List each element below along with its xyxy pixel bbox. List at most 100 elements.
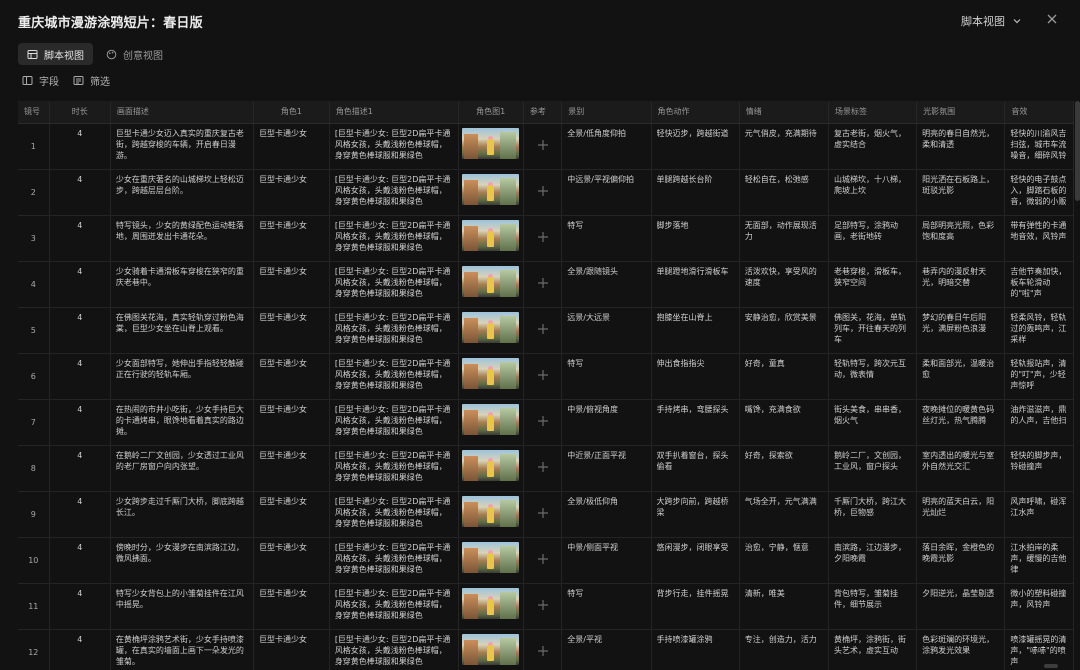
col-header-description[interactable]: 画面描述 [110,101,255,124]
cell-reference[interactable] [523,353,563,400]
cell-shot-size[interactable]: 中远景/平视偏仰拍 [561,169,652,216]
table-row[interactable]: 5 4 在佛图关花海，真实轻轨穿过粉色海棠，巨型少女坐在山脊上观看。 巨型卡通少女 [巨… [18,307,1074,354]
cell-role-image1[interactable] [458,307,524,354]
col-header-emotion[interactable]: 情绪 [739,101,829,124]
table-row[interactable]: 10 4 傍晚时分，少女漫步在南滨路江边，微风拂面。 巨型卡通少女 [巨型卡通少女: 巨… [18,537,1074,584]
col-header-lighting[interactable]: 光影氛围 [916,101,1006,124]
cell-role-desc1[interactable]: [巨型卡通少女: 巨型2D扁平卡通风格女孩，头戴浅粉色棒球帽，身穿黄色棒球服和果… [329,537,459,584]
cell-lighting[interactable]: 局部明亮光照，色彩饱和度高 [916,215,1006,262]
cell-reference[interactable] [523,583,563,630]
cell-role-desc1[interactable]: [巨型卡通少女: 巨型2D扁平卡通风格女孩，头戴浅粉色棒球帽，身穿黄色棒球服和果… [329,399,459,446]
role-image-thumbnail[interactable] [461,219,519,251]
cell-description[interactable]: 在黄桷坪涂鸦艺术街，少女手持喷漆罐，在真实的墙面上画下一朵发光的雏菊。 [110,629,255,670]
cell-role-desc1[interactable]: [巨型卡通少女: 巨型2D扁平卡通风格女孩，头戴浅粉色棒球帽，身穿黄色棒球服和果… [329,215,459,262]
cell-role-desc1[interactable]: [巨型卡通少女: 巨型2D扁平卡通风格女孩，头戴浅粉色棒球帽，身穿黄色棒球服和果… [329,307,459,354]
cell-role1[interactable]: 巨型卡通少女 [253,353,330,400]
cell-lighting[interactable]: 夜晚摊位的暖黄色码丝灯光，热气腾腾 [916,399,1006,446]
cell-lighting[interactable]: 室内透出的暖光与室外自然光交汇 [916,445,1006,492]
cell-reference[interactable] [523,261,563,308]
cell-action[interactable]: 手持烤串，弯腰探头 [651,399,740,446]
cell-emotion[interactable]: 清新，唯美 [739,583,829,630]
cell-description[interactable]: 少女骑着卡通滑板车穿梭在狭窄的重庆老巷中。 [110,261,255,308]
cell-sound[interactable]: 吉他节奏加快，板车轮滑动的"啦"声 [1004,261,1074,308]
cell-description[interactable]: 在热闹的市井小吃街，少女手持巨大的卡通烤串，眼馋地看着真实的路边摊。 [110,399,255,446]
cell-action[interactable]: 背步行走，挂件摇晃 [651,583,740,630]
cell-shot-no[interactable]: 9 [18,491,50,538]
cell-shot-size[interactable]: 特写 [561,215,652,262]
cell-lighting[interactable]: 落日余晖，金橙色的晚霞光影 [916,537,1006,584]
cell-shot-no[interactable]: 2 [18,169,50,216]
cell-lighting[interactable]: 夕阳逆光，晶莹剔透 [916,583,1006,630]
cell-shot-size[interactable]: 远景/大远景 [561,307,652,354]
add-icon[interactable] [537,185,549,197]
cell-emotion[interactable]: 气场全开，元气满满 [739,491,829,538]
cell-role1[interactable]: 巨型卡通少女 [253,215,330,262]
cell-scene-tag[interactable]: 千厮门大桥，跨江大桥，巨物感 [828,491,918,538]
tab-script-view[interactable]: 脚本视图 [18,43,93,65]
table-row[interactable]: 6 4 少女面部特写，她伸出手指轻轻触碰正在行驶的轻轨车厢。 巨型卡通少女 [巨型卡通少… [18,353,1074,400]
cell-duration[interactable]: 4 [49,629,111,670]
cell-reference[interactable] [523,123,563,170]
cell-shot-size[interactable]: 全景/极低仰角 [561,491,652,538]
cell-role1[interactable]: 巨型卡通少女 [253,169,330,216]
cell-role-desc1[interactable]: [巨型卡通少女: 巨型2D扁平卡通风格女孩，头戴浅粉色棒球帽，身穿黄色棒球服和果… [329,629,459,670]
cell-role1[interactable]: 巨型卡通少女 [253,537,330,584]
add-icon[interactable] [537,231,549,243]
cell-role1[interactable]: 巨型卡通少女 [253,583,330,630]
cell-description[interactable]: 巨型卡通少女迈入真实的重庆复古老街，跨越穿梭的车辆，开启春日漫游。 [110,123,255,170]
cell-sound[interactable]: 油炸滋滋声，鼎的人声，吉他扫 [1004,399,1074,446]
cell-description[interactable]: 傍晚时分，少女漫步在南滨路江边，微风拂面。 [110,537,255,584]
cell-shot-no[interactable]: 10 [18,537,50,584]
close-icon[interactable] [1045,12,1059,26]
cell-emotion[interactable]: 元气俏皮，充满期待 [739,123,829,170]
cell-shot-no[interactable]: 7 [18,399,50,446]
cell-role-image1[interactable] [458,123,524,170]
cell-role-desc1[interactable]: [巨型卡通少女: 巨型2D扁平卡通风格女孩，头戴浅粉色棒球帽，身穿黄色棒球服和果… [329,261,459,308]
col-header-shot-no[interactable]: 镜号 [18,101,50,124]
cell-emotion[interactable]: 嘴馋，充满食欲 [739,399,829,446]
cell-description[interactable]: 少女跨步走过千厮门大桥，脚底跨越长江。 [110,491,255,538]
cell-duration[interactable]: 4 [49,123,111,170]
add-icon[interactable] [537,461,549,473]
cell-shot-no[interactable]: 11 [18,583,50,630]
role-image-thumbnail[interactable] [461,173,519,205]
cell-scene-tag[interactable]: 背包特写，雏菊挂件，细节展示 [828,583,918,630]
col-header-sound[interactable]: 音效 [1004,101,1074,124]
cell-reference[interactable] [523,215,563,262]
add-icon[interactable] [537,645,549,657]
cell-scene-tag[interactable]: 佛图关，花海，单轨列车，开往春天的列车 [828,307,918,354]
cell-role-image1[interactable] [458,629,524,670]
cell-role-image1[interactable] [458,537,524,584]
cell-role-desc1[interactable]: [巨型卡通少女: 巨型2D扁平卡通风格女孩，头戴浅粉色棒球帽，身穿黄色棒球服和果… [329,583,459,630]
role-image-thumbnail[interactable] [461,311,519,343]
add-icon[interactable] [537,323,549,335]
cell-action[interactable]: 脚步落地 [651,215,740,262]
add-icon[interactable] [537,139,549,151]
cell-role-image1[interactable] [458,399,524,446]
cell-emotion[interactable]: 治愈，宁静，惬意 [739,537,829,584]
cell-shot-no[interactable]: 6 [18,353,50,400]
cell-role1[interactable]: 巨型卡通少女 [253,491,330,538]
cell-role-image1[interactable] [458,445,524,492]
cell-role-image1[interactable] [458,169,524,216]
cell-shot-size[interactable]: 特写 [561,583,652,630]
cell-role-image1[interactable] [458,353,524,400]
role-image-thumbnail[interactable] [461,357,519,389]
cell-shot-size[interactable]: 全景/跟随镜头 [561,261,652,308]
cell-lighting[interactable]: 色彩斑斓的环境光，涂鸦发光效果 [916,629,1006,670]
cell-shot-size[interactable]: 中近景/正面平视 [561,445,652,492]
table-row[interactable]: 12 4 在黄桷坪涂鸦艺术街，少女手持喷漆罐，在真实的墙面上画下一朵发光的雏菊。 巨型… [18,629,1074,670]
cell-role-image1[interactable] [458,261,524,308]
role-image-thumbnail[interactable] [461,265,519,297]
cell-shot-no[interactable]: 12 [18,629,50,670]
cell-duration[interactable]: 4 [49,491,111,538]
cell-sound[interactable]: 带有弹性的卡通地音效，风铃声 [1004,215,1074,262]
cell-sound[interactable]: 江水拍岸的柔声，缓慢的吉他律 [1004,537,1074,584]
cell-description[interactable]: 少女面部特写，她伸出手指轻轻触碰正在行驶的轻轨车厢。 [110,353,255,400]
cell-role1[interactable]: 巨型卡通少女 [253,261,330,308]
vertical-scrollbar[interactable] [1075,101,1080,201]
cell-reference[interactable] [523,399,563,446]
cell-shot-no[interactable]: 4 [18,261,50,308]
add-icon[interactable] [537,553,549,565]
cell-sound[interactable]: 轻柔风铃，轻轨过的轰鸣声，江采样 [1004,307,1074,354]
